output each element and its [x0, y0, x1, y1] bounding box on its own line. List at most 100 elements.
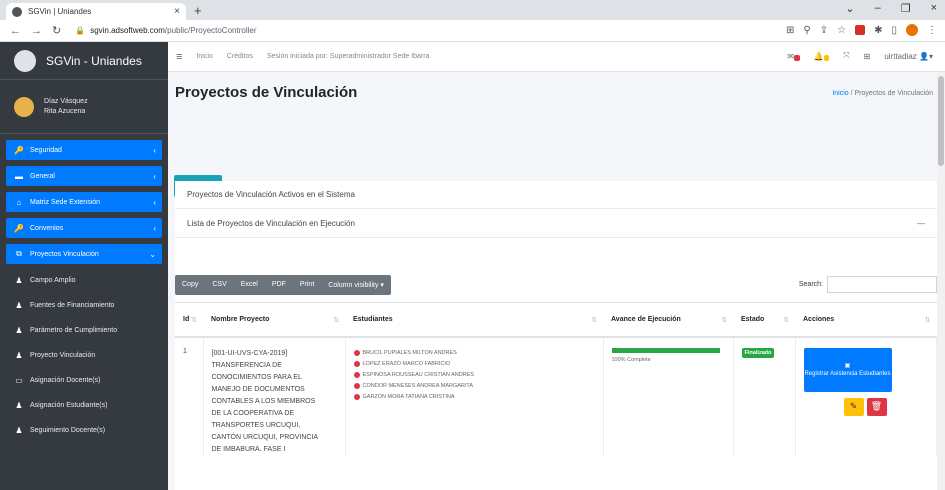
register-attendance-button[interactable]: ▣ Registrar Asistencia Estudiantes [803, 347, 892, 392]
browser-menu-icon[interactable]: ⋮ [927, 25, 937, 36]
forward-icon[interactable]: → [31, 25, 42, 37]
col-label: Estudiantes [353, 315, 393, 323]
sidebar-item-general[interactable]: ▬ General ‹ [6, 166, 162, 186]
col-acciones[interactable]: Acciones ⇅ [795, 302, 937, 338]
new-tab-icon[interactable]: + [194, 3, 202, 18]
bank-icon: ⌂ [16, 197, 22, 207]
network-icon: ⧉ [16, 249, 22, 258]
reload-icon[interactable]: ↻ [52, 24, 61, 37]
sidebar-item-proyecto[interactable]: ♟ Proyecto Vinculación [6, 345, 162, 365]
back-icon[interactable]: ← [10, 25, 21, 37]
key-icon: 🔑 [14, 145, 24, 155]
browser-tab-strip: SGVin | Uniandes × + ⌄ – ❐ × [0, 0, 945, 20]
column-visibility-button[interactable]: Column visibility ▾ [321, 275, 391, 295]
sort-icon: ⇅ [783, 316, 789, 324]
status-badge: Finalizado [741, 347, 775, 358]
breadcrumb-home[interactable]: Inicio [832, 90, 848, 97]
person-icon: ♟ [15, 275, 23, 285]
sidebar-item-seguimiento[interactable]: ♟ Seguimiento Docente(s) [6, 420, 162, 440]
sidepanel-icon[interactable]: ▯ [891, 25, 897, 36]
restore-icon[interactable]: ❐ [901, 2, 911, 15]
tab-search-icon[interactable]: ⌄ [845, 2, 854, 15]
projects-table: Id ⇅ Nombre Proyecto ⇅ Estudiantes ⇅ Avance… [175, 302, 937, 456]
pdf-button[interactable]: PDF [265, 275, 293, 295]
extension-icon[interactable] [855, 25, 866, 35]
scrollbar-thumb[interactable] [938, 76, 944, 166]
apps-grid-icon[interactable]: ⊞ [864, 52, 871, 61]
collapse-icon[interactable]: — [917, 219, 925, 228]
bookmark-star-icon[interactable]: ☆ [837, 25, 846, 36]
page-scrollbar[interactable] [937, 72, 945, 490]
minimize-icon[interactable]: – [875, 2, 881, 15]
cell-estudiantes: BRUCIL PUPIALES MILTON ANDRES LOPEZ ERAZ… [345, 336, 604, 456]
sidebar-item-proyectos-vinculacion[interactable]: ⧉ Proyectos Vinculación ⌄ [6, 244, 162, 264]
sidebar-item-fuentes[interactable]: ♟ Fuentes de Financiamiento [6, 295, 162, 315]
sidebar-item-campo-amplio[interactable]: ♟ Campo Amplio [6, 270, 162, 290]
col-estado[interactable]: Estado ⇅ [733, 302, 795, 338]
profile-avatar-icon[interactable] [906, 24, 918, 36]
sidebar-item-seguridad[interactable]: 🔑 Seguridad ‹ [6, 140, 162, 160]
search-label: Search: [798, 281, 823, 288]
search-input[interactable] [827, 276, 937, 293]
sidebar-item-parametro[interactable]: ♟ Parámetro de Cumplimiento [6, 320, 162, 340]
hamburger-menu-icon[interactable]: ≡ [176, 51, 182, 63]
print-button[interactable]: Print [293, 275, 321, 295]
cell-id: 1 [175, 336, 204, 456]
sidebar-menu: 🔑 Seguridad ‹ ▬ General ‹ ⌂ Matriz Sede Exten… [0, 134, 168, 440]
sidebar-item-asignacion-docente[interactable]: ▭ Asignación Docente(s) [6, 370, 162, 390]
copy-button[interactable]: Copy [175, 275, 205, 295]
sort-icon: ⇅ [191, 316, 197, 324]
key-icon: 🔑 [14, 223, 24, 233]
nav-link-inicio[interactable]: Inicio [196, 53, 212, 60]
chevron-left-icon: ‹ [153, 197, 156, 207]
close-window-icon[interactable]: × [931, 2, 937, 15]
cell-avance: 100% Complete [603, 336, 734, 456]
translate-icon[interactable]: ⊞ [786, 25, 794, 36]
notifications-icon[interactable]: 🔔 [814, 52, 830, 61]
user-menu[interactable]: uirttadiaz 👤▾ [884, 52, 933, 61]
student-name: CONDOR MENESES ANDREA MARGARITA [362, 383, 474, 389]
table-row: 1 [001-UI-UVS-CYA-2019] TRANSFERENCIA DE… [175, 336, 937, 456]
fullscreen-icon[interactable]: ⤧ [843, 51, 849, 61]
sidebar-item-matriz[interactable]: ⌂ Matriz Sede Extensión ‹ [6, 192, 162, 212]
sidebar-item-convenios[interactable]: 🔑 Convenios ‹ [6, 218, 162, 238]
chevron-left-icon: ‹ [153, 223, 156, 233]
sidebar-item-label: Seguridad [30, 146, 62, 154]
sort-icon: ⇅ [924, 316, 931, 324]
sidebar-item-label: Convenios [30, 224, 64, 232]
user-panel[interactable]: Díaz Vásquez Rita Azucena [0, 80, 168, 134]
messages-icon[interactable]: ✉ [787, 52, 800, 61]
url-host: sgvin.adsoftweb.com [90, 26, 165, 35]
col-label: Estado [741, 315, 765, 323]
sidebar-item-label: Proyecto Vinculación [30, 351, 96, 359]
brand[interactable]: SGVin - Uniandes [0, 42, 168, 80]
chevron-left-icon: ‹ [153, 145, 156, 155]
users-icon: ▣ [844, 362, 851, 369]
col-label: Nombre Proyecto [211, 315, 270, 323]
edit-button[interactable]: ✎ [843, 397, 864, 416]
col-nombre[interactable]: Nombre Proyecto ⇅ [203, 302, 345, 338]
zoom-icon[interactable]: ⚲ [803, 25, 810, 36]
progress-bar [611, 347, 720, 353]
chevron-down-icon: ⌄ [149, 249, 156, 259]
person-icon: ♟ [15, 400, 23, 410]
url-field[interactable]: 🔒 sgvin.adsoftweb.com /public/ProyectoCo… [75, 26, 256, 35]
sidebar-item-asignacion-estudiante[interactable]: ♟ Asignación Estudiante(s) [6, 395, 162, 415]
close-tab-icon[interactable]: × [174, 6, 180, 17]
col-avance[interactable]: Avance de Ejecución ⇅ [603, 302, 733, 338]
col-estudiantes[interactable]: Estudiantes ⇅ [345, 302, 603, 338]
col-id[interactable]: Id ⇅ [175, 302, 203, 338]
export-buttons: Copy CSV Excel PDF Print Column visibili… [175, 275, 391, 295]
progress-fill [611, 347, 720, 353]
share-icon[interactable]: ⇪ [820, 25, 828, 36]
nav-link-creditos[interactable]: Créditos [227, 53, 253, 60]
progress-label: 100% Complete [611, 356, 651, 363]
extensions-puzzle-icon[interactable]: ✱ [874, 25, 882, 36]
delete-button[interactable]: 🗑 [866, 397, 887, 416]
student-item: ESPINOSA ROUSSEAU CRISTIAN ANDRES [353, 370, 603, 381]
excel-button[interactable]: Excel [234, 275, 265, 295]
browser-tab[interactable]: SGVin | Uniandes × [6, 3, 186, 20]
csv-button[interactable]: CSV [205, 275, 233, 295]
card-title: Proyectos de Vinculación Activos en el S… [187, 190, 355, 199]
student-name: LOPEZ ERAZO MARCO FABRICIO [362, 361, 451, 367]
